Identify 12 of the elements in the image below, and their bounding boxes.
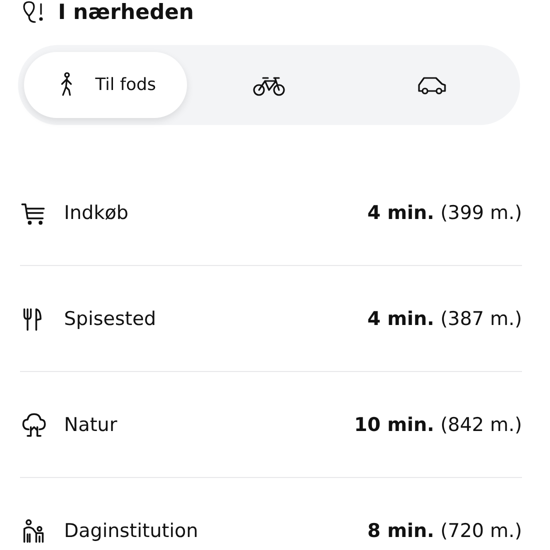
place-category: Natur [64, 414, 118, 436]
travel-time: 4 min. (399 m.) [367, 202, 522, 224]
travel-time: 8 min. (720 m.) [367, 520, 522, 542]
place-category: Spisested [64, 308, 158, 330]
place-category: Indkøb [64, 202, 130, 224]
travel-time: 10 min. (842 m.) [354, 414, 522, 436]
location-pin-icon [20, 0, 46, 24]
travel-mode-tab[interactable]: Til fods [24, 52, 188, 118]
section-title: I nærheden [58, 0, 194, 24]
place-category: Daginstitution [64, 520, 200, 542]
tree-icon [20, 412, 46, 438]
travel-time: 4 min. (387 m.) [367, 308, 522, 330]
